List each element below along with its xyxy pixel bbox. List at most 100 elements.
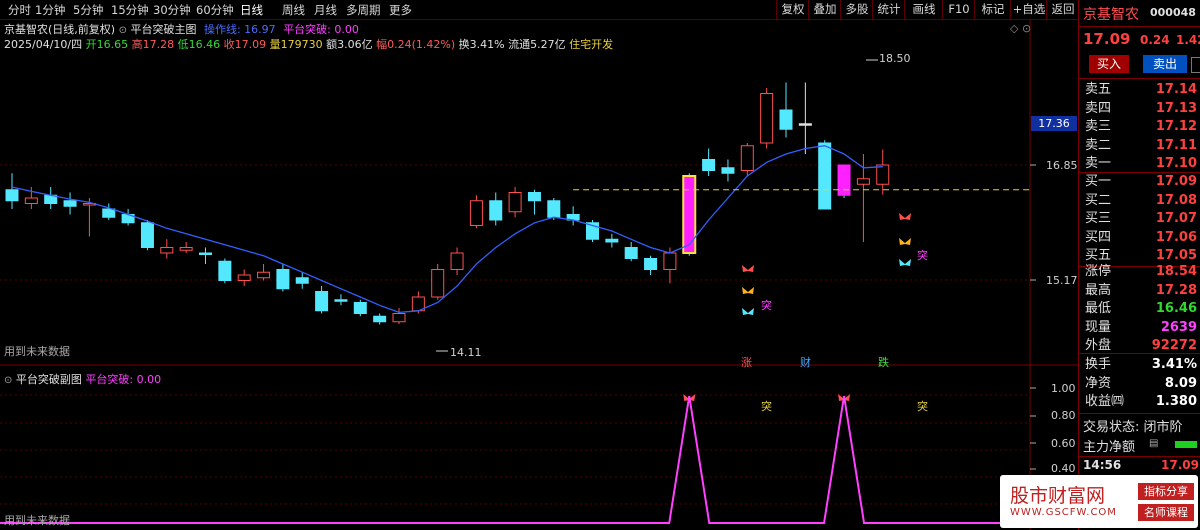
candle-body[interactable]: [373, 315, 387, 323]
candle-body[interactable]: [779, 109, 793, 130]
candle-body[interactable]: [199, 252, 212, 255]
candle-body[interactable]: [334, 299, 348, 302]
timeframe-2[interactable]: 5分钟: [73, 2, 103, 18]
sub-settings-icon[interactable]: ⊙: [4, 375, 12, 386]
butterfly-marker-red: [899, 213, 911, 220]
stat2-row[interactable]: 换手 3.41%: [1085, 355, 1197, 374]
toolbar-btn-2[interactable]: 多股: [840, 0, 873, 19]
candle-body[interactable]: [527, 192, 541, 202]
candle-body[interactable]: [798, 123, 812, 126]
bid-row[interactable]: 买四 17.06: [1085, 228, 1197, 247]
timeframe-7[interactable]: 周线: [282, 2, 305, 18]
candle-body[interactable]: [431, 269, 445, 298]
candle-body[interactable]: [547, 200, 561, 218]
candle-body[interactable]: [721, 167, 735, 174]
quote-turnover: 换3.41%: [458, 38, 505, 51]
timeframe-10[interactable]: 更多: [389, 2, 412, 18]
timeframe-0[interactable]: 分时: [8, 2, 31, 18]
event-label-finance[interactable]: 财: [800, 354, 811, 370]
candle-body[interactable]: [876, 164, 890, 185]
sell-button[interactable]: 卖出: [1143, 55, 1187, 73]
toolbar-btn-7[interactable]: +自选: [1010, 0, 1047, 19]
main-flow-icon[interactable]: ▤: [1149, 438, 1158, 449]
stat2-row[interactable]: 净资 8.09: [1085, 374, 1197, 393]
candle-body[interactable]: [740, 145, 754, 171]
event-label-rise[interactable]: 涨: [741, 354, 752, 370]
quote-amount: 额3.06亿: [326, 38, 373, 51]
indicator-name[interactable]: 平台突破主图: [130, 23, 196, 36]
ask-row[interactable]: 卖一 17.10: [1085, 154, 1197, 173]
candle-body[interactable]: [624, 247, 638, 259]
candle-body[interactable]: [5, 189, 19, 202]
timeframe-5[interactable]: 60分钟: [196, 2, 234, 18]
candle-body[interactable]: [760, 93, 774, 144]
candle-body[interactable]: [663, 252, 677, 270]
toolbar-btn-1[interactable]: 叠加: [808, 0, 841, 19]
bid-row[interactable]: 买二 17.08: [1085, 191, 1197, 210]
ask-row[interactable]: 卖三 17.12: [1085, 117, 1197, 136]
candle-body[interactable]: [102, 208, 116, 218]
candle-body[interactable]: [276, 269, 290, 290]
ask-row[interactable]: 卖二 17.11: [1085, 136, 1197, 155]
timeframe-9[interactable]: 多周期: [346, 2, 381, 18]
timeframe-4[interactable]: 30分钟: [153, 2, 191, 18]
candle-body[interactable]: [24, 197, 38, 204]
candle-body[interactable]: [315, 291, 329, 312]
sub-indicator-name[interactable]: 平台突破副图: [16, 373, 82, 386]
candle-body[interactable]: [160, 247, 174, 254]
quote-sector[interactable]: 住宅开发: [569, 38, 613, 51]
axis-tick-2: 15.17: [1046, 274, 1078, 287]
candle-body[interactable]: [818, 142, 832, 210]
toolbar-btn-8[interactable]: 返回: [1046, 0, 1079, 19]
candle-body[interactable]: [508, 192, 522, 213]
toolbar-btn-5[interactable]: F10: [942, 0, 975, 19]
sub-breakout-word-2: 突: [917, 400, 928, 413]
timeframe-8[interactable]: 月线: [314, 2, 337, 18]
toolbar-btn-0[interactable]: 复权: [776, 0, 809, 19]
stat-row[interactable]: 最低 16.46: [1085, 299, 1197, 318]
indicator-settings-icon[interactable]: ⊙: [119, 25, 127, 36]
candle-body[interactable]: [140, 222, 154, 248]
kline-chart[interactable]: [0, 20, 1078, 530]
candle-body[interactable]: [179, 247, 193, 251]
stat-row[interactable]: 现量 2639: [1085, 318, 1197, 337]
timeframe-6[interactable]: 日线: [240, 2, 263, 18]
candle-body[interactable]: [489, 200, 503, 221]
candle-body[interactable]: [644, 258, 658, 270]
toolbar-btn-6[interactable]: 标记: [974, 0, 1011, 19]
candle-body[interactable]: [63, 200, 77, 207]
panel-expand-icon[interactable]: [1191, 57, 1200, 73]
stat-row[interactable]: 最高 17.28: [1085, 281, 1197, 300]
butterfly-marker-cyan: [899, 259, 911, 266]
toolbar-btn-4[interactable]: 画线: [904, 0, 943, 19]
buy-button[interactable]: 买入: [1089, 55, 1129, 73]
stat2-row[interactable]: 收益㈣ 1.380: [1085, 392, 1197, 411]
candle-body[interactable]: [218, 260, 232, 281]
candle-body[interactable]: [295, 277, 309, 284]
candle-body[interactable]: [257, 271, 271, 279]
ask-label: 卖二: [1085, 137, 1112, 153]
ask-value: 17.10: [1155, 156, 1197, 171]
timeframe-1[interactable]: 1分钟: [35, 2, 65, 18]
high-price-label: 18.50: [879, 52, 911, 65]
candle-body[interactable]: [837, 164, 851, 196]
main-indicator-header: 京基智农(日线,前复权) ⊙ 平台突破主图 操作线: 16.97 平台突破: 0…: [4, 21, 359, 37]
event-label-fall[interactable]: 跌: [878, 354, 889, 370]
chart-option-icons[interactable]: ◇ ⊙: [1010, 22, 1031, 35]
candle-body[interactable]: [450, 252, 464, 270]
ask-row[interactable]: 卖四 17.13: [1085, 99, 1197, 118]
candle-body[interactable]: [856, 178, 870, 185]
candle-body[interactable]: [237, 274, 251, 281]
candle-body[interactable]: [605, 238, 619, 243]
candle-body[interactable]: [682, 175, 697, 254]
ask-row[interactable]: 卖五 17.14: [1085, 80, 1197, 99]
candle-body[interactable]: [702, 159, 716, 171]
timeframe-3[interactable]: 15分钟: [111, 2, 149, 18]
bid-row[interactable]: 买三 17.07: [1085, 209, 1197, 228]
toolbar-btn-3[interactable]: 统计: [872, 0, 905, 19]
bid-row[interactable]: 买一 17.09: [1085, 172, 1197, 191]
candle-body[interactable]: [392, 313, 406, 323]
candle-body[interactable]: [353, 302, 367, 314]
stat-row[interactable]: 涨停 18.54: [1085, 262, 1197, 281]
candle-body[interactable]: [469, 200, 483, 226]
